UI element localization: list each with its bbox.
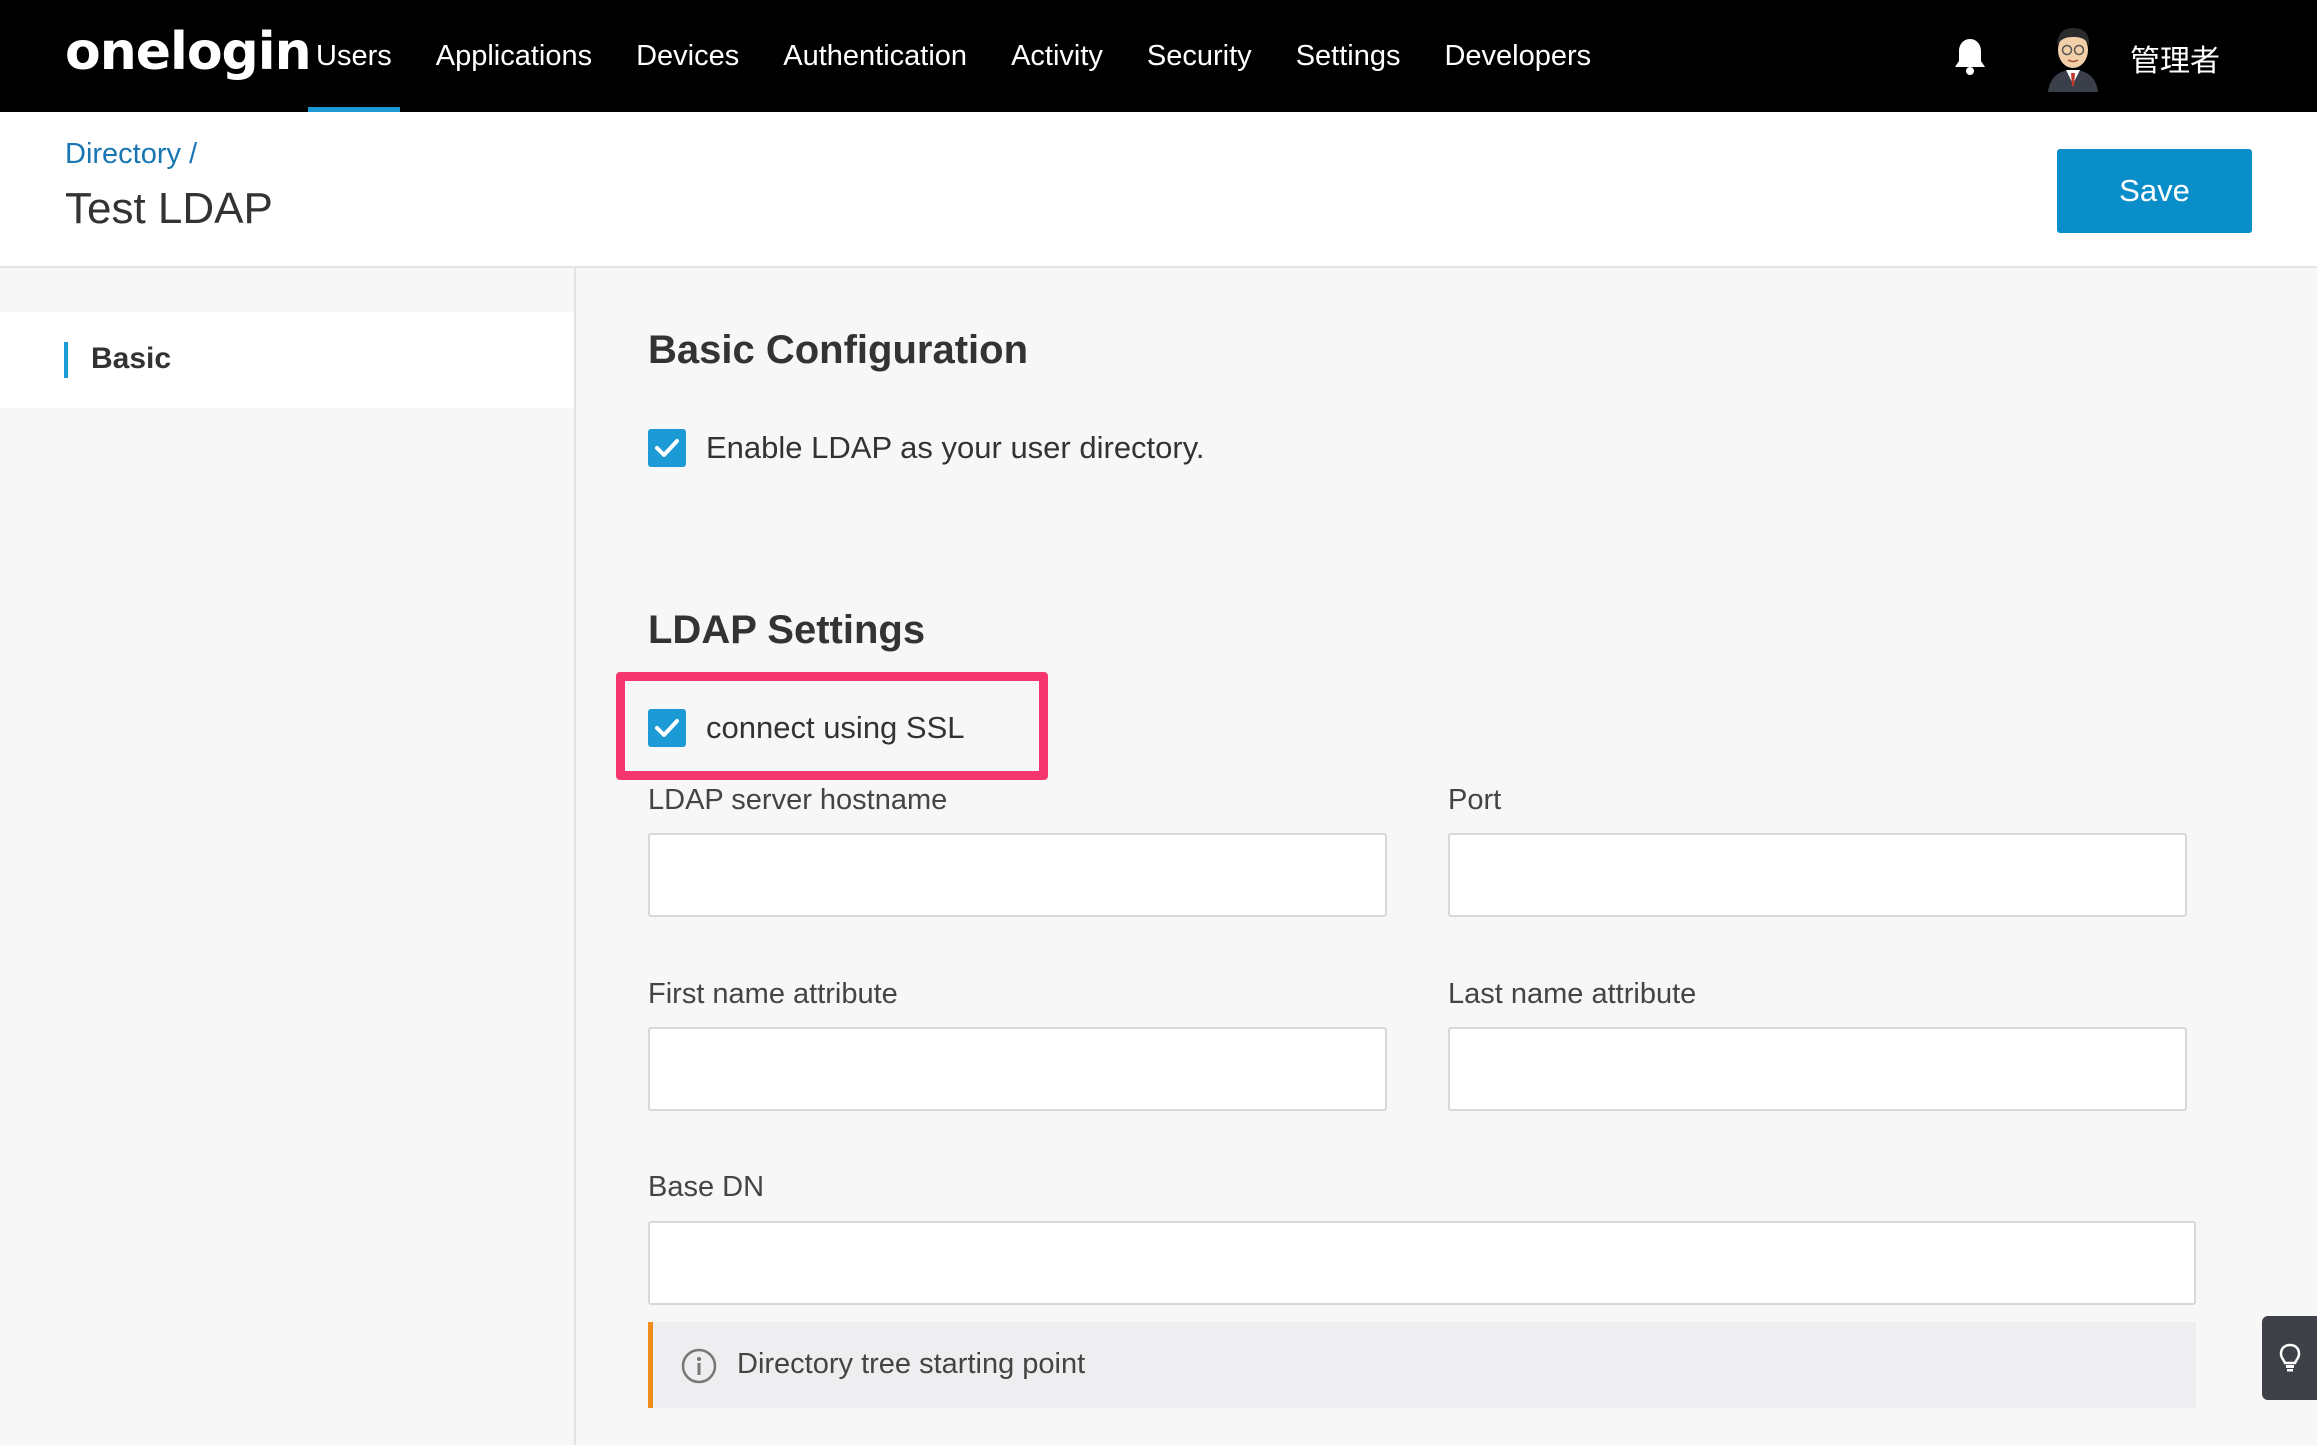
hostname-label: LDAP server hostname: [648, 784, 948, 816]
port-input[interactable]: [1448, 833, 2187, 917]
base-dn-input[interactable]: [648, 1221, 2196, 1305]
onelogin-logo[interactable]: onelogin: [65, 22, 312, 82]
sidebar: Basic: [0, 268, 576, 1445]
nav-item-users[interactable]: Users: [296, 0, 412, 112]
breadcrumb[interactable]: Directory /: [65, 138, 197, 171]
nav-item-settings[interactable]: Settings: [1276, 0, 1421, 112]
user-avatar[interactable]: [2040, 20, 2106, 92]
sidebar-item-basic[interactable]: Basic: [0, 312, 574, 408]
hint-text: Directory tree starting point: [737, 1348, 1086, 1380]
active-indicator: [64, 342, 68, 378]
nav-item-devices[interactable]: Devices: [616, 0, 759, 112]
lightbulb-icon[interactable]: [2262, 1316, 2317, 1400]
basic-configuration-heading: Basic Configuration: [648, 328, 1029, 372]
ssl-label[interactable]: connect using SSL: [706, 710, 965, 746]
first-name-attribute-input[interactable]: [648, 1027, 1387, 1111]
save-button[interactable]: Save: [2057, 149, 2252, 233]
checkmark-icon: [655, 439, 679, 457]
nav-item-applications[interactable]: Applications: [416, 0, 612, 112]
main-nav: Users Applications Devices Authenticatio…: [296, 0, 1615, 112]
user-name[interactable]: 管理者: [2130, 36, 2220, 80]
nav-item-activity[interactable]: Activity: [991, 0, 1123, 112]
nav-item-security[interactable]: Security: [1127, 0, 1272, 112]
base-dn-hint: Directory tree starting point: [648, 1322, 2196, 1408]
page-header: Directory / Test LDAP Save: [0, 112, 2317, 268]
ssl-checkbox[interactable]: [648, 709, 686, 747]
info-icon: [681, 1348, 717, 1384]
checkmark-icon: [655, 719, 679, 737]
ldap-settings-heading: LDAP Settings: [648, 608, 926, 652]
base-dn-label: Base DN: [648, 1171, 765, 1203]
nav-item-developers[interactable]: Developers: [1424, 0, 1611, 112]
sidebar-item-label: Basic: [91, 342, 172, 375]
bell-icon[interactable]: [1952, 36, 1988, 76]
last-name-attribute-label: Last name attribute: [1448, 978, 1697, 1010]
last-name-attribute-input[interactable]: [1448, 1027, 2187, 1111]
enable-ldap-label[interactable]: Enable LDAP as your user directory.: [706, 430, 1205, 466]
enable-ldap-checkbox[interactable]: [648, 429, 686, 467]
port-label: Port: [1448, 784, 1502, 816]
first-name-attribute-label: First name attribute: [648, 978, 898, 1010]
top-navbar: onelogin Users Applications Devices Auth…: [0, 0, 2317, 112]
hostname-input[interactable]: [648, 833, 1387, 917]
nav-item-authentication[interactable]: Authentication: [763, 0, 987, 112]
page-title: Test LDAP: [65, 184, 273, 233]
